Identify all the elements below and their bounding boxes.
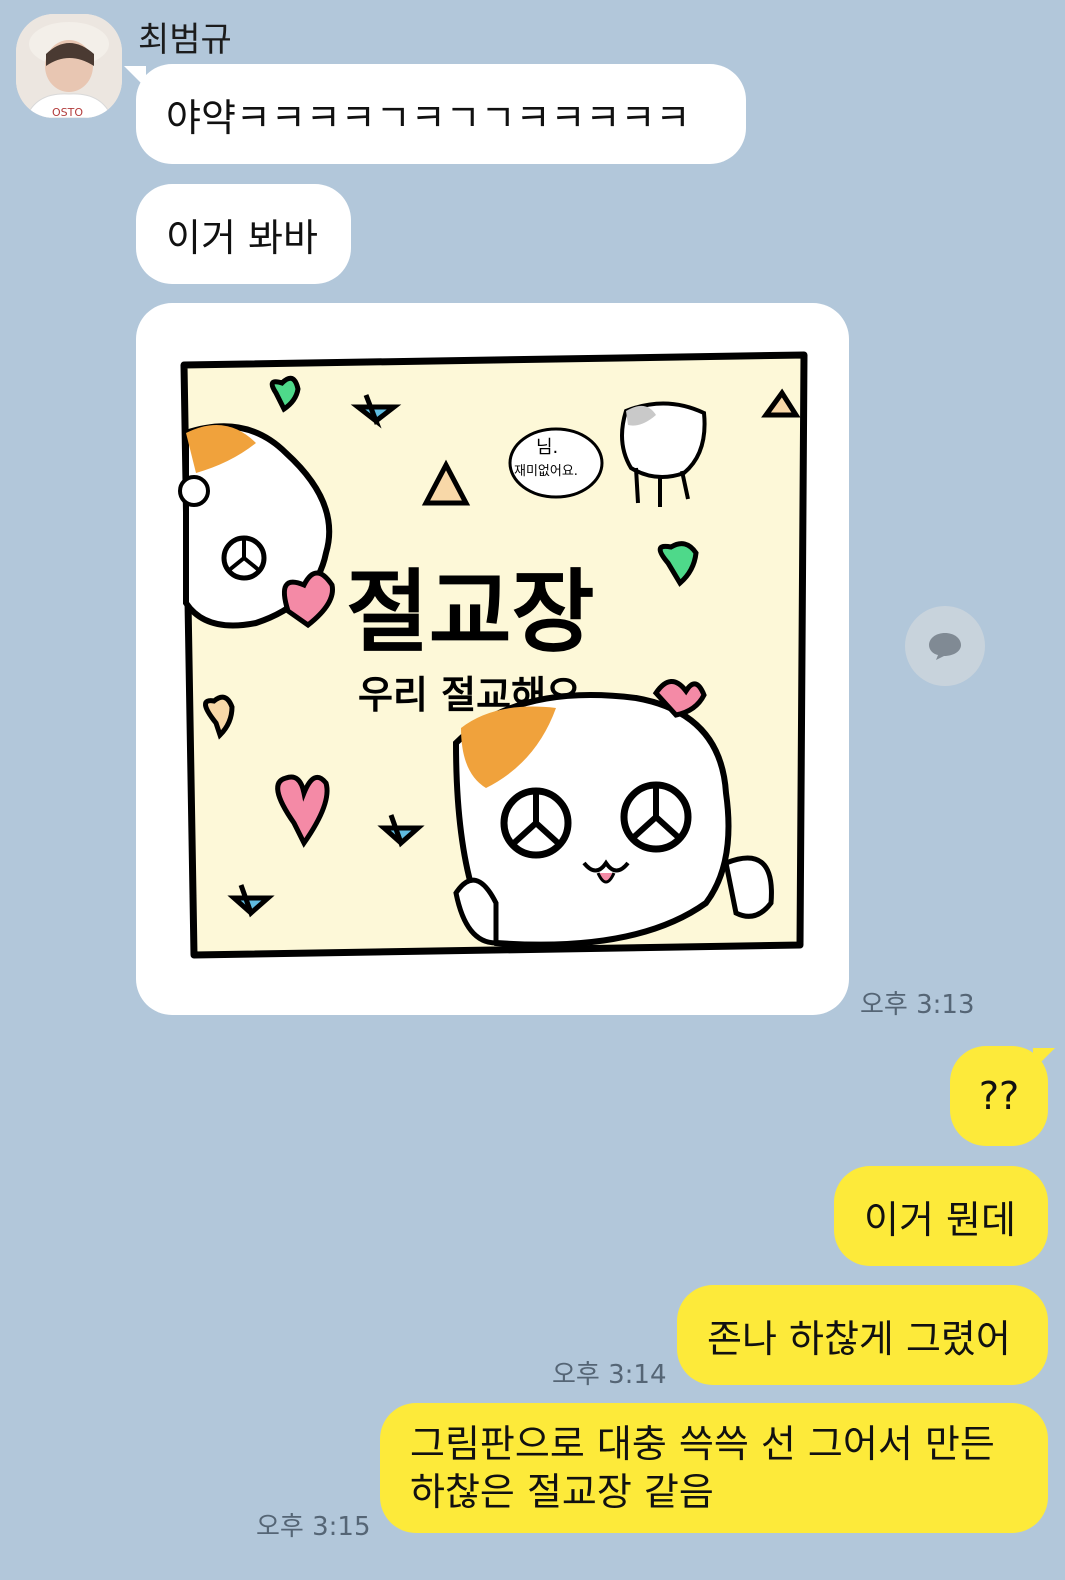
message-text: ?? bbox=[978, 1074, 1020, 1118]
message-text-line2: 하찮은 절교장 같음 bbox=[410, 1470, 714, 1514]
avatar[interactable]: OSTO bbox=[16, 14, 122, 118]
message-text: 이거 뭔데 bbox=[864, 1197, 1016, 1242]
share-button[interactable] bbox=[905, 606, 985, 686]
message-time: 오후 3:15 bbox=[256, 1512, 371, 1542]
message-bubble-outgoing[interactable]: 존나 하찮게 그렸어 bbox=[677, 1285, 1048, 1385]
message-bubble-incoming[interactable]: 야약ㅋㅋㅋㅋㄱㅋㄱㄱㅋㅋㅋㅋㅋ bbox=[136, 64, 746, 164]
message-time: 오후 3:13 bbox=[860, 990, 975, 1020]
message-text-line1: 그림판으로 대충 쓱쓱 선 그어서 만든 bbox=[410, 1422, 995, 1466]
sender-name: 최범규 bbox=[138, 20, 232, 60]
message-bubble-outgoing[interactable]: 그림판으로 대충 쓱쓱 선 그어서 만든 하찮은 절교장 같음 bbox=[380, 1403, 1048, 1533]
message-bubble-outgoing[interactable]: ?? bbox=[950, 1046, 1048, 1146]
message-bubble-incoming[interactable]: 이거 봐바 bbox=[136, 184, 351, 284]
svg-text:OSTO: OSTO bbox=[52, 106, 83, 118]
message-text: 존나 하찮게 그렸어 bbox=[707, 1316, 1011, 1361]
speech-text-line1: 님. bbox=[536, 437, 558, 458]
message-text: 이거 봐바 bbox=[166, 215, 318, 260]
message-text: 야약ㅋㅋㅋㅋㄱㅋㄱㄱㅋㅋㅋㅋㅋ bbox=[166, 95, 691, 140]
drawing-title: 절교장 bbox=[346, 560, 594, 665]
drawing-image: 님. 재미없어요. 절교장 우리 절교해요 bbox=[178, 351, 808, 959]
speech-text-line2: 재미없어요. bbox=[514, 464, 578, 479]
profile-photo-icon: OSTO bbox=[16, 14, 122, 118]
image-message[interactable]: 님. 재미없어요. 절교장 우리 절교해요 bbox=[136, 303, 849, 1015]
message-time: 오후 3:14 bbox=[552, 1360, 667, 1390]
speech-bubble-icon bbox=[929, 633, 961, 660]
message-bubble-outgoing[interactable]: 이거 뭔데 bbox=[834, 1166, 1048, 1266]
